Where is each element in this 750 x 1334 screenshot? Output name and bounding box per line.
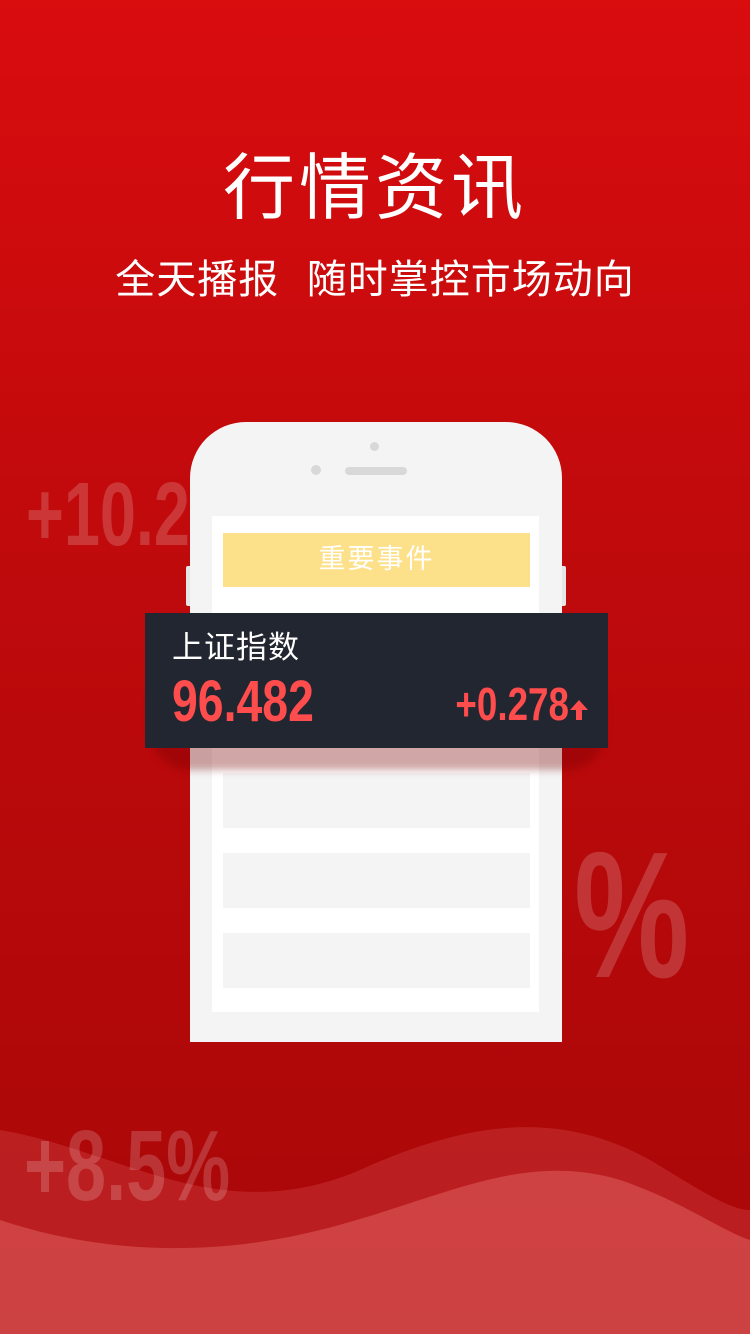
arrow-up-icon (570, 700, 588, 720)
page-title: 行情资讯 (222, 146, 527, 230)
important-events-bar: 重要事件 (223, 533, 530, 587)
page-subtitle: 全天播报 随时掌控市场动向 (115, 257, 635, 303)
list-placeholder (223, 773, 530, 828)
decorative-number-top-left: +10.2 (26, 465, 190, 565)
index-change: +0.278 (455, 678, 569, 730)
phone-camera (370, 442, 379, 451)
decorative-number-bottom-left: +8.5% (24, 1110, 231, 1222)
onboarding-screen: 行情资讯 全天播报 随时掌控市场动向 +10.2 % 重要事件 上证指数 96.… (0, 0, 750, 1334)
decorative-percent-right: % (574, 815, 690, 1016)
list-placeholder (223, 853, 530, 908)
phone-sensor (311, 465, 321, 475)
list-placeholder (223, 933, 530, 988)
index-name: 上证指数 (172, 630, 300, 666)
index-value: 96.482 (172, 669, 314, 734)
phone-speaker (345, 467, 407, 475)
